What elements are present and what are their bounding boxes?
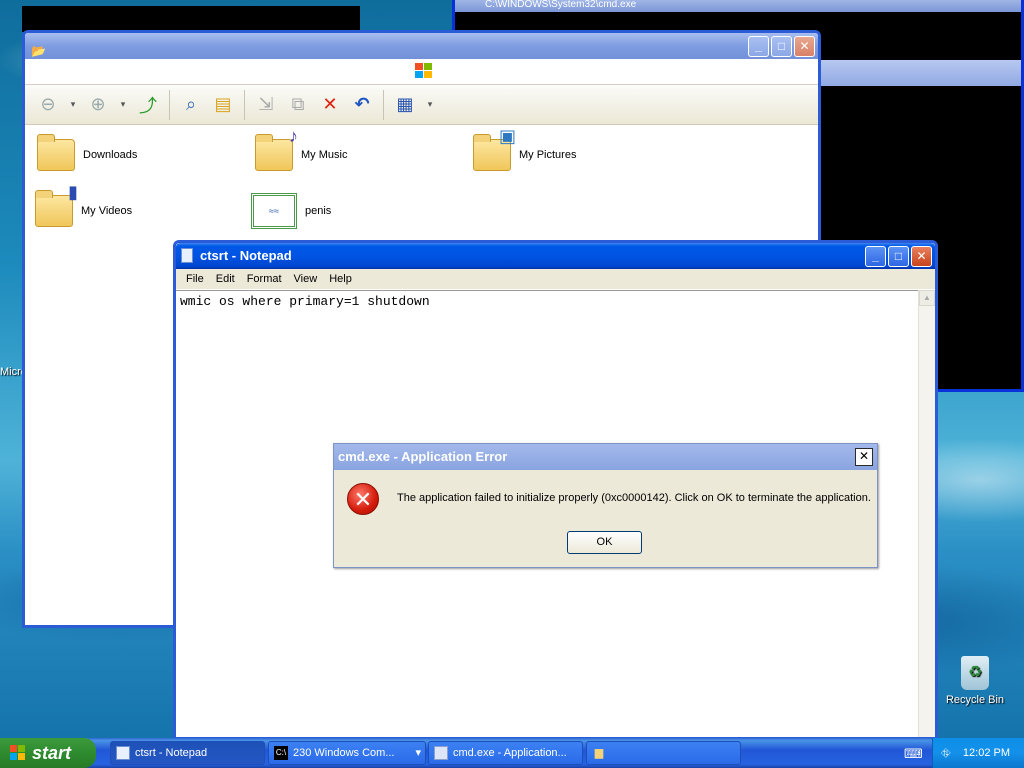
recycle-bin[interactable]: ♻ Recycle Bin (944, 656, 1006, 706)
file-item-label: My Pictures (519, 149, 577, 161)
menu-help[interactable]: Help (323, 273, 358, 285)
back-dropdown-icon[interactable]: ▾ (67, 92, 79, 118)
notepad-icon (181, 248, 193, 263)
scroll-up-icon[interactable]: ▲ (919, 290, 935, 306)
views-dropdown-icon[interactable]: ▾ (424, 92, 436, 118)
file-item-certificate[interactable]: ≈≈ penis (251, 187, 331, 235)
start-label: start (32, 743, 72, 763)
menu-edit[interactable]: Edit (210, 273, 241, 285)
start-button[interactable]: start (0, 738, 96, 768)
application-error-dialog: cmd.exe - Application Error ✕ ✕ The appl… (333, 443, 878, 568)
dialog-title: cmd.exe - Application Error (338, 449, 508, 464)
keyboard-icon[interactable]: ⌨ (904, 746, 923, 762)
menu-view[interactable]: View (288, 273, 324, 285)
notepad-titlebar[interactable]: ctsrt - Notepad _ □ ✕ (176, 243, 935, 269)
cmd-window-title: C:\WINDOWS\System32\cmd.exe (455, 0, 1021, 12)
delete-icon[interactable]: ✕ (317, 92, 343, 118)
recycle-bin-icon: ♻ (961, 656, 989, 690)
system-tray: ⛗ 12:02 PM (932, 738, 1024, 768)
vertical-scrollbar[interactable]: ▲ (918, 290, 935, 737)
dialog-titlebar[interactable]: cmd.exe - Application Error ✕ (334, 444, 877, 470)
toolbar-separator (244, 89, 245, 120)
taskbar: start ctsrt - Notepad C:\ 230 Windows Co… (0, 738, 1024, 768)
file-item-label: My Videos (81, 205, 133, 217)
windows-logo-icon (10, 745, 25, 760)
undo-icon[interactable]: ↶ (349, 92, 375, 118)
notepad-title: ctsrt - Notepad (200, 248, 292, 263)
black-window-fragment (22, 6, 360, 32)
up-folder-icon[interactable]: ⤴ (135, 92, 161, 118)
clock[interactable]: 12:02 PM (963, 747, 1010, 759)
copy-to-icon[interactable]: ⧉ (285, 92, 311, 118)
explorer-titlebar[interactable]: 📂 _ □ ✕ (25, 33, 818, 59)
toolbar-separator (383, 89, 384, 120)
forward-icon[interactable]: ⊕ (85, 92, 111, 118)
task-label: ctsrt - Notepad (135, 747, 208, 759)
search-icon[interactable]: ⌕ (178, 92, 204, 118)
folders-icon[interactable]: ▤ (210, 92, 236, 118)
task-label: 230 Windows Com... (293, 747, 395, 759)
task-label: cmd.exe - Application... (453, 747, 567, 759)
music-folder-icon: ♪ (255, 126, 298, 171)
file-item-label: penis (305, 205, 332, 217)
task-application-error[interactable]: cmd.exe - Application... (428, 741, 583, 765)
network-icon[interactable]: ⛗ (941, 746, 951, 760)
menu-format[interactable]: Format (241, 273, 288, 285)
close-button[interactable]: ✕ (911, 246, 932, 267)
task-notepad[interactable]: ctsrt - Notepad (110, 741, 265, 765)
forward-dropdown-icon[interactable]: ▾ (117, 92, 129, 118)
close-button[interactable]: ✕ (794, 36, 815, 57)
window-icon (434, 746, 448, 760)
videos-folder-icon: ▮ (35, 182, 78, 227)
file-item-label: Downloads (83, 149, 138, 161)
recycle-bin-label: Recycle Bin (945, 694, 1005, 706)
explorer-menubar (25, 59, 818, 85)
notepad-menubar: File Edit Format View Help (176, 269, 935, 289)
back-icon[interactable]: ⊖ (35, 92, 61, 118)
maximize-button[interactable]: □ (771, 36, 792, 57)
task-explorer[interactable]: ▆ (586, 741, 741, 765)
move-to-icon[interactable]: ⇲ (253, 92, 279, 118)
folder-item-downloads[interactable]: Downloads (37, 131, 137, 179)
toolbar-separator (169, 89, 170, 120)
file-item-label: My Music (301, 149, 348, 161)
pictures-folder-icon: ▣ (473, 126, 516, 171)
dialog-close-button[interactable]: ✕ (855, 448, 873, 466)
folder-icon (37, 134, 75, 171)
windows-logo-icon (415, 63, 432, 78)
folder-icon: ▆ (594, 747, 604, 759)
menu-file[interactable]: File (180, 273, 210, 285)
views-icon[interactable]: ▦ (392, 92, 418, 118)
minimize-button[interactable]: _ (748, 36, 769, 57)
notepad-icon (116, 746, 130, 760)
folder-item-my-pictures[interactable]: ▣ My Pictures (473, 126, 577, 179)
folder-item-my-videos[interactable]: ▮ My Videos (35, 182, 133, 235)
ok-button[interactable]: OK (567, 531, 642, 554)
minimize-button[interactable]: _ (865, 246, 886, 267)
maximize-button[interactable]: □ (888, 246, 909, 267)
certificate-icon: ≈≈ (251, 193, 297, 229)
console-icon: C:\ (274, 746, 288, 760)
error-message: The application failed to initialize pro… (397, 492, 871, 504)
folder-item-my-music[interactable]: ♪ My Music (255, 126, 348, 179)
explorer-toolbar: ⊖ ▾ ⊕ ▾ ⤴ ⌕ ▤ ⇲ ⧉ ✕ ↶ ▦ ▾ (25, 85, 818, 125)
group-dropdown-icon: ▾ (415, 747, 421, 759)
task-command-windows[interactable]: C:\ 230 Windows Com... ▾ (268, 741, 426, 765)
error-icon: ✕ (347, 483, 379, 515)
